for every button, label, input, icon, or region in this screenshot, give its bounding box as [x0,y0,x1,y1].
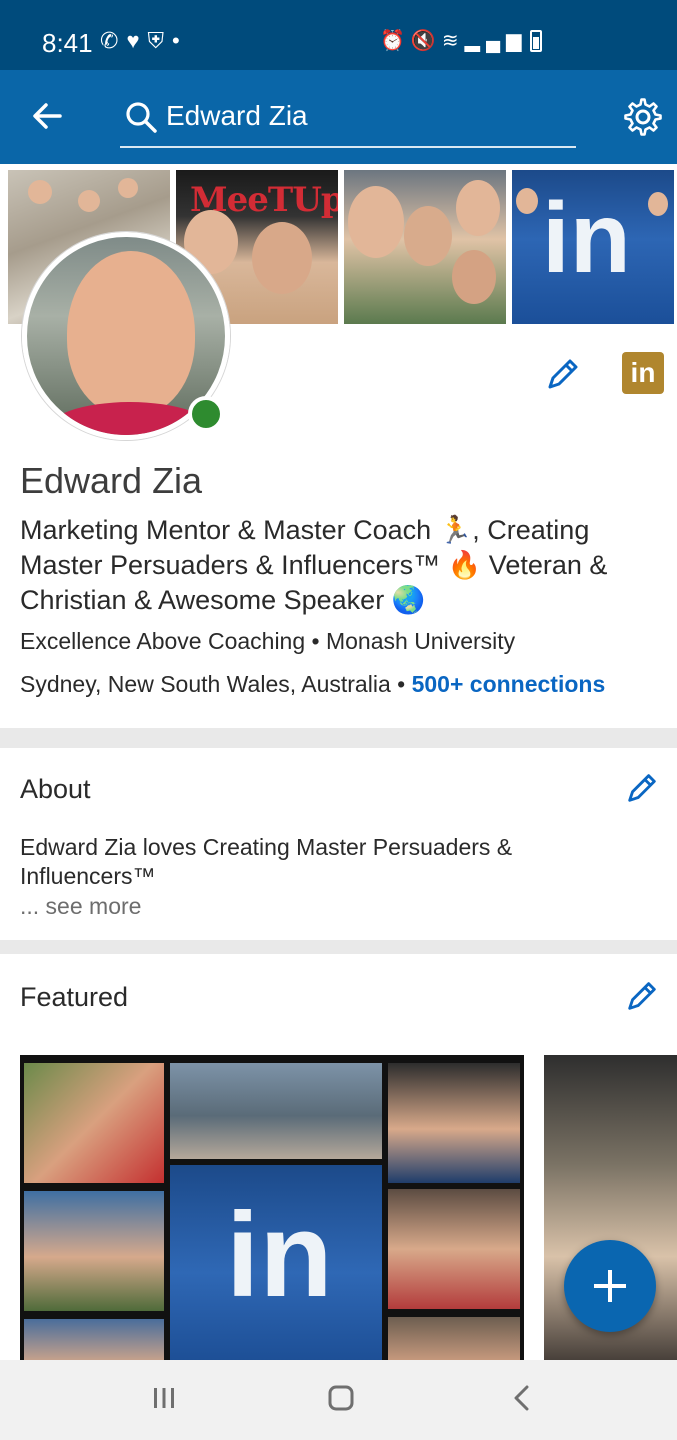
recent-apps-icon[interactable] [148,1382,180,1414]
status-right-icons: ⏰🔇≋▂▄▆ [380,28,528,53]
search-input[interactable]: Edward Zia [166,100,308,132]
collage-photo [170,1063,382,1159]
profile-headline: Marketing Mentor & Master Coach 🏃, Creat… [20,515,608,615]
edit-profile-pencil-icon[interactable] [544,355,582,393]
profile-company-school: Excellence Above Coaching • Monash Unive… [20,628,515,655]
status-bar: 8:41 ✆♥⛨• ⏰🔇≋▂▄▆ [0,0,677,70]
separator: • [397,671,406,697]
linkedin-sign: in [542,182,631,294]
featured-title: Featured [20,982,129,1012]
status-left-icons: ✆♥⛨• [100,28,188,54]
battery-icon [530,30,542,52]
about-text: Edward Zia loves Creating Master Persuad… [20,834,513,889]
gear-icon[interactable] [622,96,664,138]
whatsapp-icon: ✆ [100,28,127,53]
alarm-icon: ⏰ [380,30,411,52]
back-arrow-icon[interactable] [28,96,68,136]
edit-about-pencil-icon[interactable] [624,770,660,806]
collage-photo [388,1317,520,1365]
status-time: 8:41 [42,28,93,58]
system-navigation-bar [0,1360,677,1440]
signal-icon: ▂▄▆ [464,30,528,52]
collage-linkedin-sign: in [226,1188,333,1322]
back-icon[interactable] [508,1382,536,1414]
about-title: About [20,774,91,804]
connections-link[interactable]: 500+ connections [412,671,606,697]
banner-photo-linkedin-sign: in [512,170,674,324]
edit-featured-pencil-icon[interactable] [624,978,660,1014]
collage-photo [388,1063,520,1183]
profile-company[interactable]: Excellence Above Coaching [20,628,305,654]
see-more-link[interactable]: ... see more [20,893,141,920]
search-icon [126,102,157,133]
banner-photo-group [344,170,506,324]
mute-icon: 🔇 [410,30,442,52]
linkedin-icon[interactable]: in [622,352,664,394]
collage-photo [24,1191,164,1311]
home-icon[interactable] [326,1382,356,1414]
avatar-face [67,251,195,416]
profile-school[interactable]: Monash University [326,628,515,654]
dot-icon: • [172,28,188,53]
collage-photo: in [170,1165,382,1361]
add-button[interactable] [564,1240,656,1332]
online-status-dot [188,396,224,432]
search-field[interactable]: Edward Zia [120,92,576,148]
collage-photo [24,1319,164,1365]
separator: • [311,628,320,654]
wifi-icon: ≋ [441,30,465,52]
section-divider [0,728,677,748]
profile-location: Sydney, New South Wales, Australia [20,671,391,697]
section-divider [0,940,677,954]
collage-photo [388,1189,520,1309]
heart-icon: ♥ [126,28,148,53]
profile-location-connections: Sydney, New South Wales, Australia • 500… [20,671,605,698]
collage-photo [24,1063,164,1183]
profile-name: Edward Zia [20,460,203,501]
top-search-bar: Edward Zia [0,70,677,164]
shield-icon: ⛨ [147,28,173,53]
featured-collage-card[interactable]: in [20,1055,524,1365]
